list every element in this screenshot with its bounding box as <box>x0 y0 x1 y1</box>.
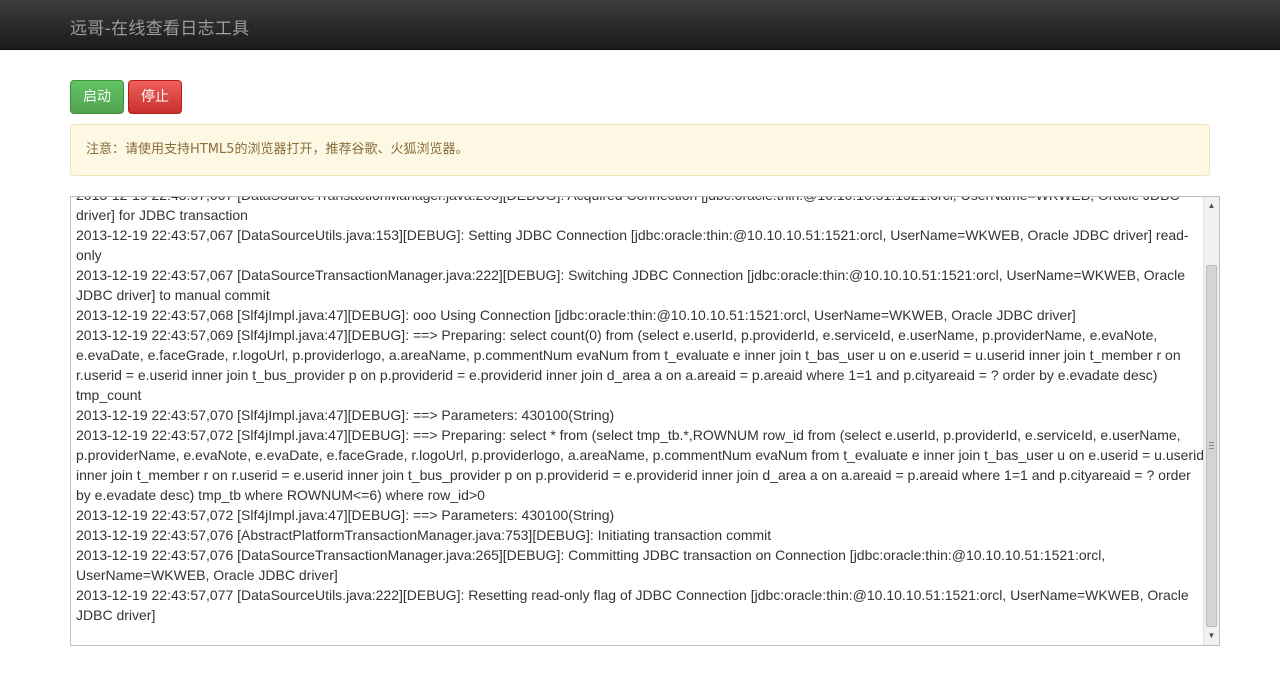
log-line: 2013-12-19 22:43:57,072 [Slf4jImpl.java:… <box>76 427 1204 503</box>
log-viewer[interactable]: 2013-12-19 22:43:57,067 [DataSourceTrans… <box>70 196 1220 646</box>
log-line: 2013-12-19 22:43:57,070 [Slf4jImpl.java:… <box>76 407 615 423</box>
notice-text: 注意：请使用支持HTML5的浏览器打开，推荐谷歌、火狐浏览器。 <box>86 142 469 157</box>
log-line: 2013-12-19 22:43:57,077 [DataSourceUtils… <box>76 587 1189 623</box>
stop-button[interactable]: 停止 <box>128 80 182 114</box>
browser-notice-alert: 注意：请使用支持HTML5的浏览器打开，推荐谷歌、火狐浏览器。 <box>70 124 1210 176</box>
log-line: 2013-12-19 22:43:57,076 [DataSourceTrans… <box>76 547 1106 583</box>
scroll-down-arrow-icon[interactable]: ▼ <box>1204 629 1219 643</box>
app-title[interactable]: 远哥-在线查看日志工具 <box>70 14 249 39</box>
log-line: 2013-12-19 22:43:57,067 [DataSourceTrans… <box>76 267 1186 303</box>
scroll-up-arrow-icon[interactable]: ▲ <box>1204 199 1219 213</box>
log-line: 2013-12-19 22:43:57,068 [Slf4jImpl.java:… <box>76 307 1076 323</box>
scroll-thumb[interactable] <box>1206 265 1217 627</box>
log-line: 2013-12-19 22:43:57,067 [DataSourceUtils… <box>76 227 1189 263</box>
log-line: 2013-12-19 22:43:57,067 [DataSourceTrans… <box>76 197 1180 223</box>
top-navbar: 远哥-在线查看日志工具 <box>0 0 1280 50</box>
log-content: 2013-12-19 22:43:57,067 [DataSourceTrans… <box>76 197 1204 625</box>
log-scrollbar[interactable]: ▲ ▼ <box>1203 197 1219 645</box>
start-button[interactable]: 启动 <box>70 80 124 114</box>
log-line: 2013-12-19 22:43:57,072 [Slf4jImpl.java:… <box>76 507 615 523</box>
log-line: 2013-12-19 22:43:57,076 [AbstractPlatfor… <box>76 527 772 543</box>
grip-icon <box>1209 442 1214 449</box>
log-line: 2013-12-19 22:43:57,069 [Slf4jImpl.java:… <box>76 327 1181 403</box>
